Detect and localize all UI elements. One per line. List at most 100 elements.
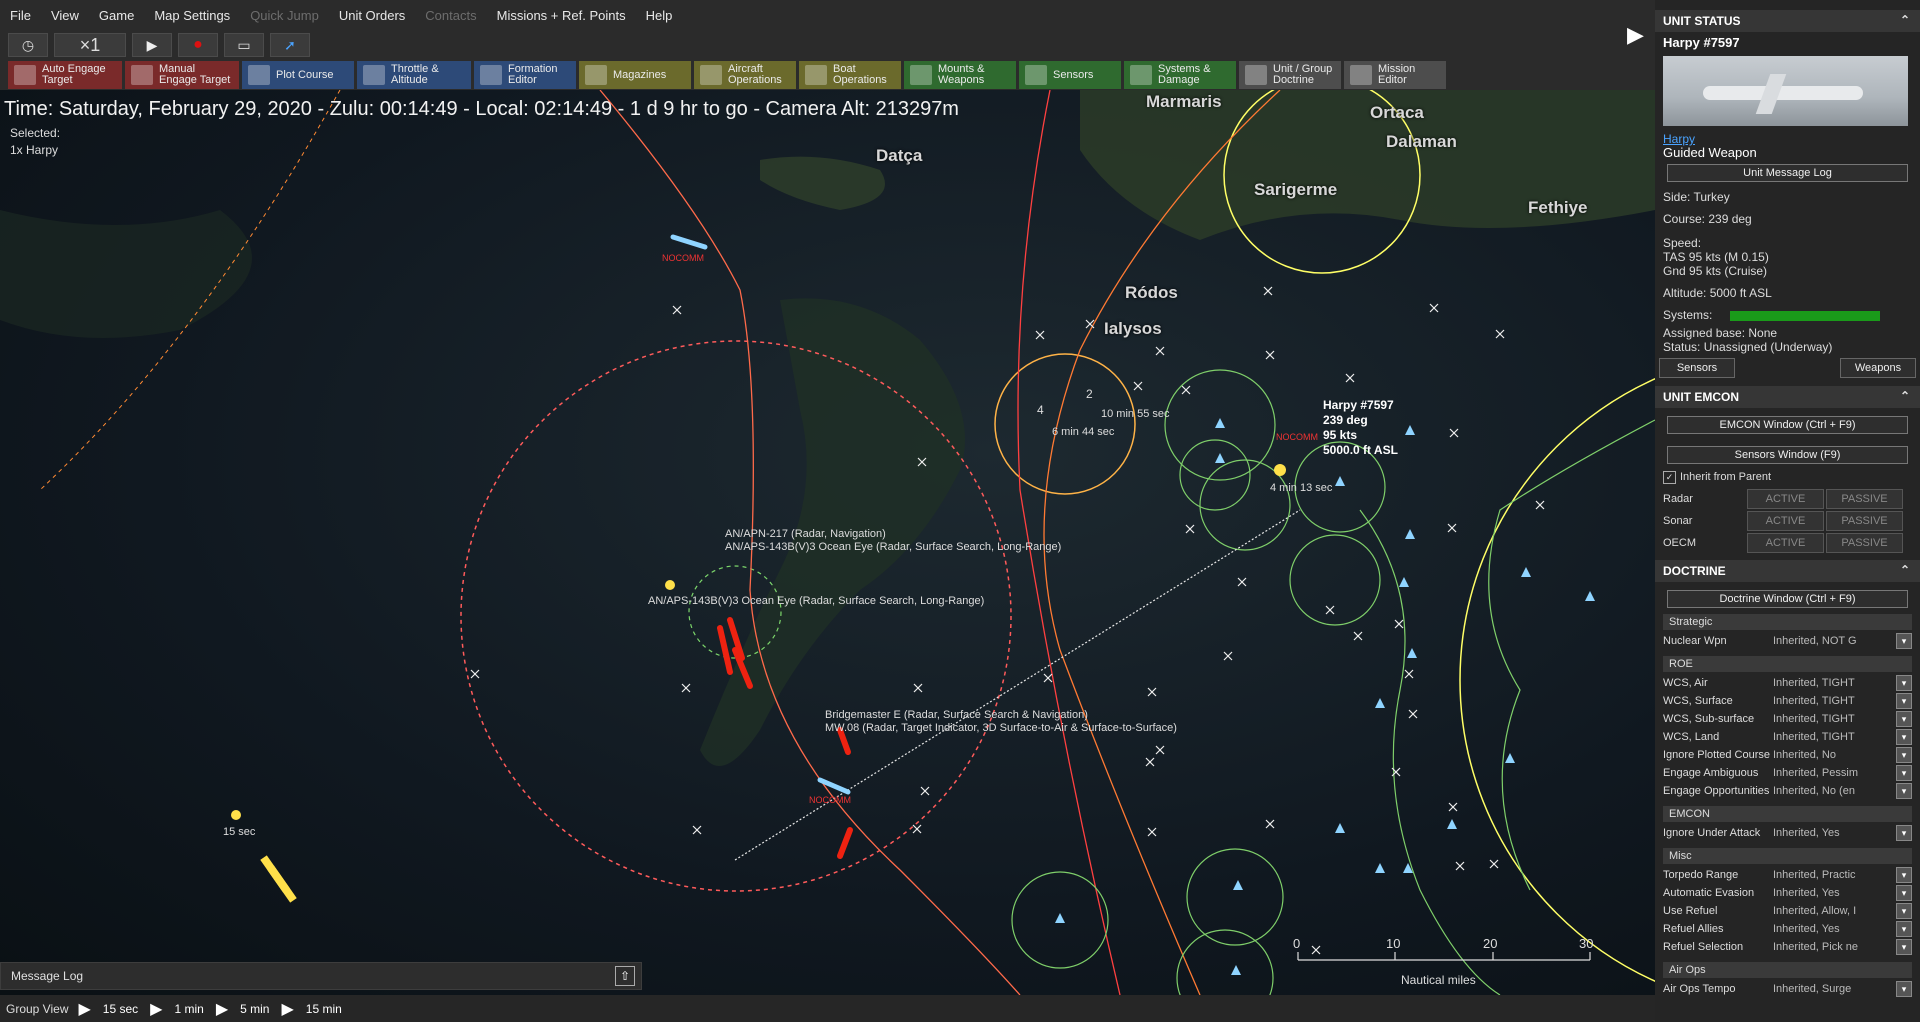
chevron-right-icon: ▶ (74, 999, 94, 1019)
dropdown-icon[interactable]: ▾ (1896, 867, 1912, 883)
dropdown-icon[interactable]: ▾ (1896, 825, 1912, 841)
toolbar-systems-damage-button[interactable]: Systems & Damage (1124, 61, 1236, 89)
toolbar-icon (700, 65, 722, 85)
dropdown-icon[interactable]: ▾ (1896, 903, 1912, 919)
doctrine-row[interactable]: Torpedo RangeInherited, Practic▾ (1655, 866, 1920, 884)
group-view-15min[interactable]: 15 min (298, 1002, 350, 1016)
toolbar-button-label: Plot Course (276, 70, 333, 81)
emcon-passive-button[interactable]: PASSIVE (1826, 511, 1903, 531)
menu-item-missions-ref-points[interactable]: Missions + Ref. Points (487, 8, 636, 23)
time-compression[interactable]: ×1 (54, 33, 126, 57)
doctrine-row[interactable]: WCS, SurfaceInherited, TIGHT▾ (1655, 692, 1920, 710)
doctrine-row[interactable]: WCS, AirInherited, TIGHT▾ (1655, 674, 1920, 692)
emcon-row-oecm: OECMACTIVEPASSIVE (1655, 532, 1920, 554)
doctrine-row[interactable]: Refuel SelectionInherited, Pick ne▾ (1655, 938, 1920, 956)
dropdown-icon[interactable]: ▾ (1896, 783, 1912, 799)
group-view-5min[interactable]: 5 min (232, 1002, 277, 1016)
inherit-checkbox[interactable]: ✓ (1663, 471, 1676, 484)
doctrine-row[interactable]: Engage AmbiguousInherited, Pessim▾ (1655, 764, 1920, 782)
menu-item-view[interactable]: View (41, 8, 89, 23)
dropdown-icon[interactable]: ▾ (1896, 729, 1912, 745)
collapse-icon[interactable]: ⌃ (1900, 13, 1910, 27)
toolbar-unit-group-doctrine-button[interactable]: Unit / Group Doctrine (1239, 61, 1341, 89)
toolbar-icon (131, 65, 153, 85)
toolbar-mission-editor-button[interactable]: Mission Editor (1344, 61, 1446, 89)
dropdown-icon[interactable]: ▾ (1896, 675, 1912, 691)
dropdown-icon[interactable]: ▾ (1896, 885, 1912, 901)
unit-emcon-header[interactable]: UNIT EMCON ⌃ (1655, 386, 1920, 408)
record-button[interactable]: ● (178, 33, 218, 57)
doctrine-row[interactable]: Air Ops TempoInherited, Surge▾ (1655, 980, 1920, 998)
menu-item-unit-orders[interactable]: Unit Orders (329, 8, 415, 23)
message-log-bar[interactable]: Message Log ⇧ (0, 962, 642, 990)
doctrine-row[interactable]: Engage OpportunitiesInherited, No (en▾ (1655, 782, 1920, 800)
dropdown-icon[interactable]: ▾ (1896, 921, 1912, 937)
toolbar-manual-engage-target-button[interactable]: Manual Engage Target (125, 61, 239, 89)
doctrine-row[interactable]: Use RefuelInherited, Allow, I▾ (1655, 902, 1920, 920)
emcon-passive-button[interactable]: PASSIVE (1826, 489, 1903, 509)
group-view-15sec[interactable]: 15 sec (95, 1002, 146, 1016)
doctrine-window-button[interactable]: Doctrine Window (Ctrl + F9) (1667, 590, 1908, 608)
expand-log-icon[interactable]: ⇧ (615, 966, 635, 986)
dropdown-icon[interactable]: ▾ (1896, 981, 1912, 997)
doctrine-row[interactable]: WCS, LandInherited, TIGHT▾ (1655, 728, 1920, 746)
toolbar-auto-engage-target-button[interactable]: Auto Engage Target (8, 61, 122, 89)
dropdown-icon[interactable]: ▾ (1896, 747, 1912, 763)
unit-message-log-button[interactable]: Unit Message Log (1667, 164, 1908, 182)
doctrine-row-value: Inherited, Yes (1773, 923, 1892, 935)
emcon-active-button[interactable]: ACTIVE (1747, 489, 1824, 509)
dropdown-icon[interactable]: ▾ (1896, 711, 1912, 727)
doctrine-row[interactable]: Refuel AlliesInherited, Yes▾ (1655, 920, 1920, 938)
sensor-label: Bridgemaster E (Radar, Surface Search & … (825, 709, 1088, 721)
doctrine-row-value: Inherited, Pick ne (1773, 941, 1892, 953)
scale-unit: Nautical miles (1401, 973, 1476, 987)
doctrine-header[interactable]: DOCTRINE ⌃ (1655, 560, 1920, 582)
collapse-panel-icon[interactable]: ▶ (1627, 22, 1644, 48)
toolbar-formation-editor-button[interactable]: Formation Editor (474, 61, 576, 89)
menu-item-help[interactable]: Help (636, 8, 683, 23)
play-button[interactable]: ▶ (132, 33, 172, 57)
dropdown-icon[interactable]: ▾ (1896, 939, 1912, 955)
toolbar-aircraft-operations-button[interactable]: Aircraft Operations (694, 61, 796, 89)
dropdown-icon[interactable]: ▾ (1896, 765, 1912, 781)
tactical-map[interactable]: Selected: 1x Harpy Marmaris Ortaca Dalam… (0, 90, 1655, 995)
doctrine-row[interactable]: Automatic EvasionInherited, Yes▾ (1655, 884, 1920, 902)
toolbar-button-label: Aircraft Operations (728, 64, 782, 86)
emcon-active-button[interactable]: ACTIVE (1747, 533, 1824, 553)
toolbar-mounts-weapons-button[interactable]: Mounts & Weapons (904, 61, 1016, 89)
dropdown-icon[interactable]: ▾ (1896, 633, 1912, 649)
toolbar-sensors-button[interactable]: Sensors (1019, 61, 1121, 89)
unit-status-header[interactable]: UNIT STATUS ⌃ (1655, 10, 1920, 32)
doctrine-row[interactable]: Nuclear WpnInherited, NOT G▾ (1655, 632, 1920, 650)
doctrine-row[interactable]: WCS, Sub-surfaceInherited, TIGHT▾ (1655, 710, 1920, 728)
bridge-icon[interactable]: ▭ (224, 33, 264, 57)
doctrine-row-label: Engage Opportunities (1663, 785, 1773, 797)
unit-class-link[interactable]: Harpy (1663, 132, 1695, 146)
toolbar-throttle-altitude-button[interactable]: Throttle & Altitude (357, 61, 471, 89)
clock-icon[interactable]: ◷ (8, 33, 48, 57)
toolbar-plot-course-button[interactable]: Plot Course (242, 61, 354, 89)
dropdown-icon[interactable]: ▾ (1896, 693, 1912, 709)
menu-item-map-settings[interactable]: Map Settings (144, 8, 240, 23)
emcon-active-button[interactable]: ACTIVE (1747, 511, 1824, 531)
emcon-rows: RadarACTIVEPASSIVESonarACTIVEPASSIVEOECM… (1655, 488, 1920, 554)
pointer-icon[interactable]: ➚ (270, 33, 310, 57)
emcon-passive-button[interactable]: PASSIVE (1826, 533, 1903, 553)
sensors-window-button[interactable]: Sensors Window (F9) (1667, 446, 1908, 464)
doctrine-row[interactable]: Ignore Plotted CourseInherited, No▾ (1655, 746, 1920, 764)
menu-item-file[interactable]: File (0, 8, 41, 23)
unit-orders-toolbar: Auto Engage TargetManual Engage Target Pl… (0, 60, 1655, 90)
doctrine-row[interactable]: Ignore Under AttackInherited, Yes▾ (1655, 824, 1920, 842)
group-view-label: Group View (0, 1002, 74, 1016)
collapse-icon[interactable]: ⌃ (1900, 389, 1910, 403)
toolbar-magazines-button[interactable]: Magazines (579, 61, 691, 89)
toolbar-boat-operations-button[interactable]: Boat Operations (799, 61, 901, 89)
doctrine-row-label: Engage Ambiguous (1663, 767, 1773, 779)
menu-item-game[interactable]: Game (89, 8, 144, 23)
emcon-window-button[interactable]: EMCON Window (Ctrl + F9) (1667, 416, 1908, 434)
collapse-icon[interactable]: ⌃ (1900, 563, 1910, 577)
scale-tick: 20 (1483, 936, 1497, 951)
weapons-button[interactable]: Weapons (1840, 358, 1916, 378)
sensors-button[interactable]: Sensors (1659, 358, 1735, 378)
group-view-1min[interactable]: 1 min (166, 1002, 211, 1016)
